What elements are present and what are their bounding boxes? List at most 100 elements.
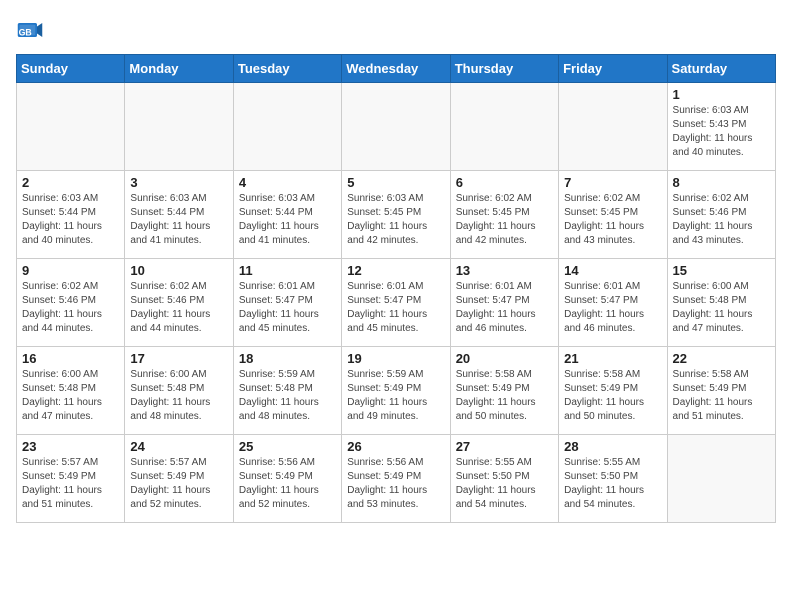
calendar-cell bbox=[667, 435, 775, 523]
calendar-cell: 28 Sunrise: 5:55 AM Sunset: 5:50 PM Dayli… bbox=[559, 435, 667, 523]
day-info: Sunrise: 6:02 AM Sunset: 5:45 PM Dayligh… bbox=[564, 192, 661, 248]
day-number: 16 bbox=[22, 351, 119, 366]
day-info: Sunrise: 6:02 AM Sunset: 5:46 PM Dayligh… bbox=[130, 280, 227, 336]
day-info: Sunrise: 5:55 AM Sunset: 5:50 PM Dayligh… bbox=[456, 456, 553, 512]
calendar-cell: 13 Sunrise: 6:01 AM Sunset: 5:47 PM Dayli… bbox=[450, 259, 558, 347]
day-info: Sunrise: 6:00 AM Sunset: 5:48 PM Dayligh… bbox=[130, 368, 227, 424]
day-info: Sunrise: 6:02 AM Sunset: 5:46 PM Dayligh… bbox=[22, 280, 119, 336]
day-header-monday: Monday bbox=[125, 55, 233, 83]
calendar-cell: 10 Sunrise: 6:02 AM Sunset: 5:46 PM Dayli… bbox=[125, 259, 233, 347]
day-header-saturday: Saturday bbox=[667, 55, 775, 83]
calendar-cell bbox=[450, 83, 558, 171]
calendar-cell: 11 Sunrise: 6:01 AM Sunset: 5:47 PM Dayli… bbox=[233, 259, 341, 347]
day-number: 1 bbox=[673, 87, 770, 102]
day-info: Sunrise: 6:00 AM Sunset: 5:48 PM Dayligh… bbox=[673, 280, 770, 336]
page-header: GB bbox=[16, 16, 776, 44]
day-info: Sunrise: 5:59 AM Sunset: 5:49 PM Dayligh… bbox=[347, 368, 444, 424]
day-number: 10 bbox=[130, 263, 227, 278]
day-number: 14 bbox=[564, 263, 661, 278]
day-info: Sunrise: 6:01 AM Sunset: 5:47 PM Dayligh… bbox=[347, 280, 444, 336]
calendar-cell: 5 Sunrise: 6:03 AM Sunset: 5:45 PM Daylig… bbox=[342, 171, 450, 259]
calendar-header-row: SundayMondayTuesdayWednesdayThursdayFrid… bbox=[17, 55, 776, 83]
calendar-cell bbox=[342, 83, 450, 171]
calendar-cell: 26Sunrise: 5:56 AM Sunset: 5:49 PM Dayli… bbox=[342, 435, 450, 523]
day-info: Sunrise: 5:59 AM Sunset: 5:48 PM Dayligh… bbox=[239, 368, 336, 424]
day-info: Sunrise: 6:03 AM Sunset: 5:45 PM Dayligh… bbox=[347, 192, 444, 248]
calendar-cell: 19 Sunrise: 5:59 AM Sunset: 5:49 PM Dayli… bbox=[342, 347, 450, 435]
day-number: 24 bbox=[130, 439, 227, 454]
logo: GB bbox=[16, 16, 48, 44]
calendar-cell: 14 Sunrise: 6:01 AM Sunset: 5:47 PM Dayli… bbox=[559, 259, 667, 347]
day-info: Sunrise: 6:01 AM Sunset: 5:47 PM Dayligh… bbox=[564, 280, 661, 336]
day-number: 7 bbox=[564, 175, 661, 190]
svg-text:GB: GB bbox=[19, 27, 32, 37]
day-number: 2 bbox=[22, 175, 119, 190]
calendar-cell bbox=[559, 83, 667, 171]
calendar-cell: 9 Sunrise: 6:02 AM Sunset: 5:46 PM Daylig… bbox=[17, 259, 125, 347]
calendar-table: SundayMondayTuesdayWednesdayThursdayFrid… bbox=[16, 54, 776, 523]
calendar-cell bbox=[17, 83, 125, 171]
calendar-week-2: 2 Sunrise: 6:03 AM Sunset: 5:44 PM Daylig… bbox=[17, 171, 776, 259]
day-number: 19 bbox=[347, 351, 444, 366]
calendar-cell: 7 Sunrise: 6:02 AM Sunset: 5:45 PM Daylig… bbox=[559, 171, 667, 259]
day-info: Sunrise: 6:03 AM Sunset: 5:44 PM Dayligh… bbox=[22, 192, 119, 248]
day-number: 13 bbox=[456, 263, 553, 278]
day-info: Sunrise: 5:58 AM Sunset: 5:49 PM Dayligh… bbox=[564, 368, 661, 424]
calendar-cell: 16 Sunrise: 6:00 AM Sunset: 5:48 PM Dayli… bbox=[17, 347, 125, 435]
day-number: 5 bbox=[347, 175, 444, 190]
calendar-cell: 22Sunrise: 5:58 AM Sunset: 5:49 PM Dayli… bbox=[667, 347, 775, 435]
calendar-cell: 4Sunrise: 6:03 AM Sunset: 5:44 PM Daylig… bbox=[233, 171, 341, 259]
day-number: 3 bbox=[130, 175, 227, 190]
calendar-cell: 27 Sunrise: 5:55 AM Sunset: 5:50 PM Dayli… bbox=[450, 435, 558, 523]
calendar-cell: 17 Sunrise: 6:00 AM Sunset: 5:48 PM Dayli… bbox=[125, 347, 233, 435]
calendar-cell: 12 Sunrise: 6:01 AM Sunset: 5:47 PM Dayli… bbox=[342, 259, 450, 347]
day-number: 12 bbox=[347, 263, 444, 278]
day-number: 28 bbox=[564, 439, 661, 454]
logo-icon: GB bbox=[16, 16, 44, 44]
day-number: 4 bbox=[239, 175, 336, 190]
calendar-cell bbox=[233, 83, 341, 171]
calendar-week-4: 16 Sunrise: 6:00 AM Sunset: 5:48 PM Dayli… bbox=[17, 347, 776, 435]
day-info: Sunrise: 6:02 AM Sunset: 5:46 PM Dayligh… bbox=[673, 192, 770, 248]
day-number: 27 bbox=[456, 439, 553, 454]
day-info: Sunrise: 5:55 AM Sunset: 5:50 PM Dayligh… bbox=[564, 456, 661, 512]
day-header-sunday: Sunday bbox=[17, 55, 125, 83]
day-number: 23 bbox=[22, 439, 119, 454]
calendar-cell: 6Sunrise: 6:02 AM Sunset: 5:45 PM Daylig… bbox=[450, 171, 558, 259]
calendar-cell: 25 Sunrise: 5:56 AM Sunset: 5:49 PM Dayli… bbox=[233, 435, 341, 523]
calendar-cell: 18 Sunrise: 5:59 AM Sunset: 5:48 PM Dayli… bbox=[233, 347, 341, 435]
calendar-cell: 2 Sunrise: 6:03 AM Sunset: 5:44 PM Daylig… bbox=[17, 171, 125, 259]
day-number: 18 bbox=[239, 351, 336, 366]
day-info: Sunrise: 5:56 AM Sunset: 5:49 PM Dayligh… bbox=[239, 456, 336, 512]
calendar-cell: 8 Sunrise: 6:02 AM Sunset: 5:46 PM Daylig… bbox=[667, 171, 775, 259]
day-info: Sunrise: 6:02 AM Sunset: 5:45 PM Dayligh… bbox=[456, 192, 553, 248]
day-info: Sunrise: 6:03 AM Sunset: 5:43 PM Dayligh… bbox=[673, 104, 770, 160]
calendar-week-5: 23 Sunrise: 5:57 AM Sunset: 5:49 PM Dayli… bbox=[17, 435, 776, 523]
day-info: Sunrise: 6:03 AM Sunset: 5:44 PM Dayligh… bbox=[130, 192, 227, 248]
day-number: 17 bbox=[130, 351, 227, 366]
day-info: Sunrise: 5:57 AM Sunset: 5:49 PM Dayligh… bbox=[130, 456, 227, 512]
calendar-week-3: 9 Sunrise: 6:02 AM Sunset: 5:46 PM Daylig… bbox=[17, 259, 776, 347]
day-number: 22 bbox=[673, 351, 770, 366]
day-info: Sunrise: 6:00 AM Sunset: 5:48 PM Dayligh… bbox=[22, 368, 119, 424]
calendar-cell bbox=[125, 83, 233, 171]
day-number: 9 bbox=[22, 263, 119, 278]
day-number: 21 bbox=[564, 351, 661, 366]
day-info: Sunrise: 5:58 AM Sunset: 5:49 PM Dayligh… bbox=[456, 368, 553, 424]
day-info: Sunrise: 5:57 AM Sunset: 5:49 PM Dayligh… bbox=[22, 456, 119, 512]
day-number: 25 bbox=[239, 439, 336, 454]
day-header-friday: Friday bbox=[559, 55, 667, 83]
day-number: 8 bbox=[673, 175, 770, 190]
day-info: Sunrise: 6:01 AM Sunset: 5:47 PM Dayligh… bbox=[239, 280, 336, 336]
calendar-cell: 24 Sunrise: 5:57 AM Sunset: 5:49 PM Dayli… bbox=[125, 435, 233, 523]
calendar-cell: 3 Sunrise: 6:03 AM Sunset: 5:44 PM Daylig… bbox=[125, 171, 233, 259]
day-header-tuesday: Tuesday bbox=[233, 55, 341, 83]
day-info: Sunrise: 6:01 AM Sunset: 5:47 PM Dayligh… bbox=[456, 280, 553, 336]
calendar-cell: 23 Sunrise: 5:57 AM Sunset: 5:49 PM Dayli… bbox=[17, 435, 125, 523]
calendar-cell: 20Sunrise: 5:58 AM Sunset: 5:49 PM Dayli… bbox=[450, 347, 558, 435]
calendar-cell: 1 Sunrise: 6:03 AM Sunset: 5:43 PM Daylig… bbox=[667, 83, 775, 171]
day-number: 15 bbox=[673, 263, 770, 278]
day-number: 26 bbox=[347, 439, 444, 454]
calendar-cell: 21 Sunrise: 5:58 AM Sunset: 5:49 PM Dayli… bbox=[559, 347, 667, 435]
day-number: 11 bbox=[239, 263, 336, 278]
